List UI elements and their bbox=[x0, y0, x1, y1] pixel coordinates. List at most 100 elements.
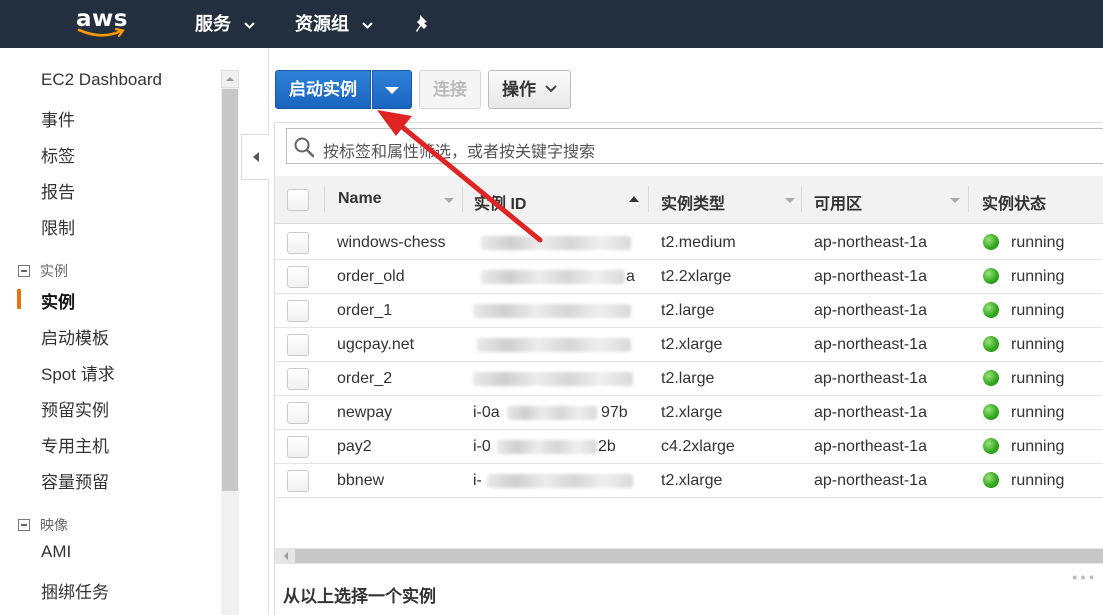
row-checkbox[interactable] bbox=[287, 402, 309, 424]
sidebar-item-launch-templates[interactable]: 启动模板 bbox=[41, 324, 109, 349]
sort-icon[interactable] bbox=[444, 198, 454, 204]
sidebar-section-images[interactable]: 映像 bbox=[18, 515, 68, 535]
sidebar-item-dedicated-hosts[interactable]: 专用主机 bbox=[41, 432, 109, 457]
row-checkbox[interactable] bbox=[287, 334, 309, 356]
connect-button[interactable]: 连接 bbox=[419, 70, 481, 109]
services-menu-label: 服务 bbox=[195, 14, 231, 34]
table-row[interactable]: order_old a t2.2xlarge ap-northeast-1a r… bbox=[275, 260, 1103, 294]
redacted-instance-id bbox=[507, 406, 597, 420]
sidebar-item-spot-requests[interactable]: Spot 请求 bbox=[41, 360, 115, 385]
sidebar-item-reserved-instances[interactable]: 预留实例 bbox=[41, 396, 109, 421]
running-status-icon bbox=[983, 336, 999, 352]
select-all-checkbox[interactable] bbox=[287, 189, 309, 211]
sidebar-item-ec2-dashboard[interactable]: EC2 Dashboard bbox=[41, 70, 162, 90]
sidebar-item-ami[interactable]: AMI bbox=[41, 542, 71, 562]
instance-type: t2.xlarge bbox=[661, 472, 723, 489]
availability-zone: ap-northeast-1a bbox=[814, 234, 927, 251]
instance-id-suffix: 2b bbox=[598, 438, 616, 455]
row-checkbox[interactable] bbox=[287, 470, 309, 492]
availability-zone: ap-northeast-1a bbox=[814, 438, 927, 455]
instance-id-fragment: a bbox=[626, 268, 635, 285]
search-icon bbox=[294, 137, 315, 158]
column-separator bbox=[324, 186, 325, 212]
sidebar-item-capacity-reservations[interactable]: 容量预留 bbox=[41, 468, 109, 493]
column-header-name[interactable]: Name bbox=[338, 190, 382, 208]
instance-state: running bbox=[1011, 336, 1065, 353]
sidebar-item-tags[interactable]: 标签 bbox=[41, 142, 75, 167]
instance-name: pay2 bbox=[337, 438, 372, 455]
redacted-instance-id bbox=[473, 304, 631, 318]
scroll-up-button[interactable] bbox=[221, 70, 239, 88]
table-row[interactable]: newpay i-0a 97b t2.xlarge ap-northeast-1… bbox=[275, 396, 1103, 430]
column-header-instance-id[interactable]: 实例 ID bbox=[474, 190, 526, 214]
instance-id-prefix: i-0 bbox=[473, 438, 491, 455]
sidebar-item-bundle-tasks[interactable]: 捆绑任务 bbox=[41, 578, 109, 603]
active-indicator bbox=[17, 289, 21, 309]
sort-icon[interactable] bbox=[950, 198, 960, 204]
smile-icon bbox=[77, 28, 125, 38]
chevron-down-icon bbox=[362, 22, 373, 29]
collapse-icon bbox=[18, 265, 30, 277]
row-checkbox[interactable] bbox=[287, 436, 309, 458]
sort-ascending-icon[interactable] bbox=[629, 196, 639, 202]
collapse-icon bbox=[18, 519, 30, 531]
instance-type: t2.2xlarge bbox=[661, 268, 732, 285]
column-header-instance-type[interactable]: 实例类型 bbox=[661, 190, 725, 214]
sidebar-item-limits[interactable]: 限制 bbox=[41, 214, 75, 239]
instance-state: running bbox=[1011, 268, 1065, 285]
availability-zone: ap-northeast-1a bbox=[814, 268, 927, 285]
launch-instance-dropdown-button[interactable] bbox=[372, 70, 412, 109]
table-row[interactable]: windows-chess t2.medium ap-northeast-1a … bbox=[275, 226, 1103, 260]
row-checkbox[interactable] bbox=[287, 300, 309, 322]
instance-name: order_1 bbox=[337, 302, 393, 319]
pin-icon[interactable] bbox=[414, 14, 432, 34]
sidebar-item-reports[interactable]: 报告 bbox=[41, 178, 75, 203]
table-scrollbar-thumb[interactable] bbox=[295, 549, 1103, 563]
sidebar-section-instances[interactable]: 实例 bbox=[18, 261, 68, 281]
instance-type: t2.medium bbox=[661, 234, 736, 251]
sidebar-item-events[interactable]: 事件 bbox=[41, 106, 75, 131]
instance-type: t2.large bbox=[661, 370, 715, 387]
table-row[interactable]: order_1 t2.large ap-northeast-1a running bbox=[275, 294, 1103, 328]
redacted-instance-id bbox=[477, 338, 631, 352]
actions-button[interactable]: 操作 bbox=[488, 70, 571, 109]
sidebar-item-instances[interactable]: 实例 bbox=[41, 288, 75, 313]
table-row[interactable]: bbnew i- t2.xlarge ap-northeast-1a runni… bbox=[275, 464, 1103, 498]
table-row[interactable]: order_2 t2.large ap-northeast-1a running bbox=[275, 362, 1103, 396]
column-header-availability-zone[interactable]: 可用区 bbox=[814, 190, 862, 214]
row-checkbox[interactable] bbox=[287, 232, 309, 254]
collapse-sidebar-button[interactable] bbox=[241, 134, 269, 180]
sort-icon[interactable] bbox=[785, 198, 795, 204]
instance-type: t2.xlarge bbox=[661, 336, 723, 353]
availability-zone: ap-northeast-1a bbox=[814, 404, 927, 421]
row-checkbox[interactable] bbox=[287, 368, 309, 390]
instance-state: running bbox=[1011, 302, 1065, 319]
instance-id-prefix: i-0a bbox=[473, 404, 500, 421]
column-separator bbox=[462, 186, 463, 212]
sidebar-scrollbar-thumb[interactable] bbox=[222, 89, 238, 491]
availability-zone: ap-northeast-1a bbox=[814, 472, 927, 489]
instance-name: order_2 bbox=[337, 370, 393, 387]
resource-groups-menu[interactable]: 资源组 bbox=[295, 12, 373, 36]
scroll-left-icon[interactable] bbox=[282, 551, 290, 561]
column-separator bbox=[648, 186, 649, 212]
launch-instance-button[interactable]: 启动实例 bbox=[275, 70, 371, 109]
instance-name: newpay bbox=[337, 404, 393, 421]
aws-logo[interactable]: aws bbox=[76, 6, 128, 40]
redacted-instance-id bbox=[481, 236, 631, 250]
column-header-instance-state[interactable]: 实例状态 bbox=[982, 190, 1046, 214]
column-separator bbox=[801, 186, 802, 212]
redacted-instance-id bbox=[473, 372, 633, 386]
table-row[interactable]: ugcpay.net t2.xlarge ap-northeast-1a run… bbox=[275, 328, 1103, 362]
actions-button-label: 操作 bbox=[502, 80, 536, 99]
instance-state: running bbox=[1011, 472, 1065, 489]
chevron-down-icon bbox=[545, 85, 557, 93]
redacted-instance-id bbox=[481, 270, 625, 284]
table-row[interactable]: pay2 i-0 2b c4.2xlarge ap-northeast-1a r… bbox=[275, 430, 1103, 464]
instance-state: running bbox=[1011, 404, 1065, 421]
instance-state: running bbox=[1011, 370, 1065, 387]
running-status-icon bbox=[983, 268, 999, 284]
services-menu[interactable]: 服务 bbox=[195, 12, 255, 36]
resize-handle-icon[interactable]: ●●● bbox=[1072, 572, 1097, 582]
row-checkbox[interactable] bbox=[287, 266, 309, 288]
